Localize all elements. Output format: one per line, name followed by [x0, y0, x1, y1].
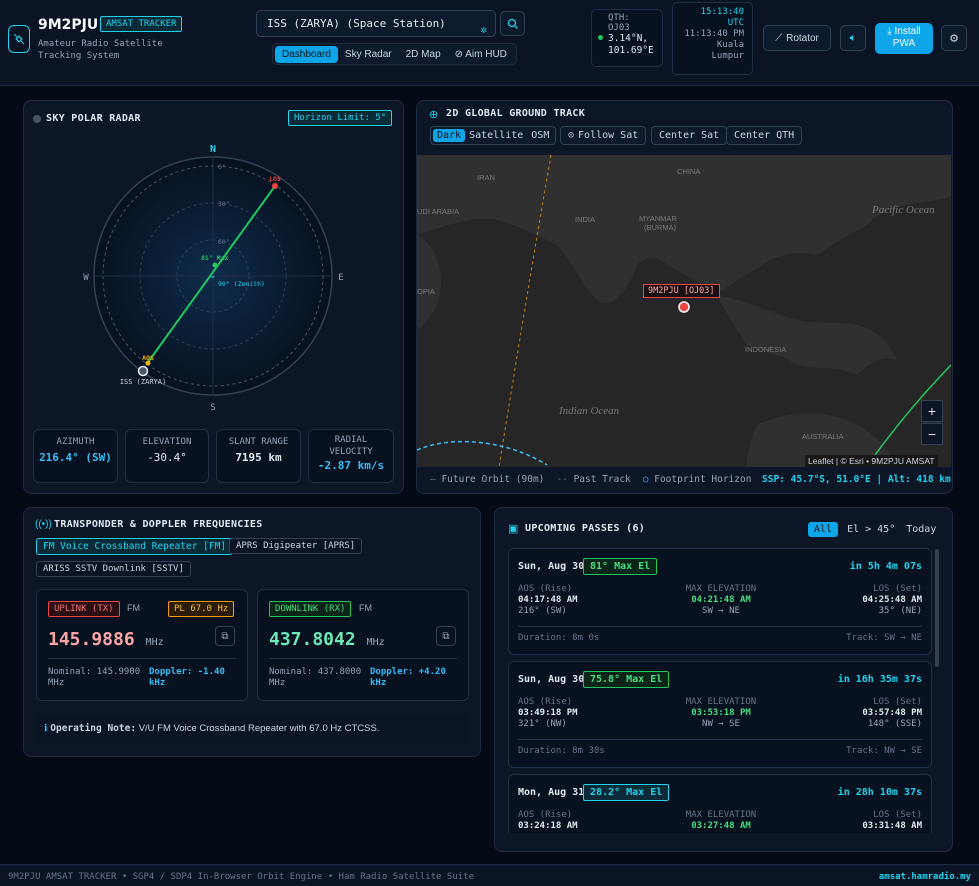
pass-los: LOS (Set) 03:57:48 PM 148° (SSE) [862, 697, 922, 729]
passes-list: Sun, Aug 30 81° Max El in 5h 4m 07s AOS … [0, 0, 979, 833]
pass-footer: Duration: 8m 30s Track: NW → SE [518, 739, 922, 756]
pass-los: LOS (Set) 03:31:48 AM [862, 810, 922, 831]
app-footer: 9M2PJU AMSAT TRACKER • SGP4 / SDP4 In-Br… [0, 864, 979, 886]
pass-card-2[interactable]: Sun, Aug 30 75.8° Max El in 16h 35m 37s … [508, 661, 932, 768]
pass-countdown: in 5h 4m 07s [849, 561, 922, 572]
pass-countdown: in 28h 10m 37s [837, 787, 922, 798]
pass-aos: AOS (Rise) 03:49:18 PM 321° (NW) [518, 697, 578, 729]
pass-aos: AOS (Rise) 03:24:18 AM [518, 810, 578, 831]
footer-text: 9M2PJU AMSAT TRACKER • SGP4 / SDP4 In-Br… [8, 872, 474, 882]
pass-los: LOS (Set) 04:25:48 AM 35° (NE) [862, 584, 922, 616]
pass-date: Mon, Aug 31 [518, 787, 585, 798]
pass-max-el-badge: 81° Max El [583, 558, 658, 575]
pass-max-el-badge: 75.8° Max El [583, 671, 670, 688]
pass-max: MAX ELEVATION 03:53:18 PM NW → SE [685, 697, 757, 729]
pass-max-el-badge: 28.2° Max El [583, 784, 670, 801]
pass-date: Sun, Aug 30 [518, 561, 585, 572]
pass-footer: Duration: 8m 0s Track: SW → NE [518, 626, 922, 643]
pass-max: MAX ELEVATION 04:21:48 AM SW → NE [685, 584, 757, 616]
pass-card-1[interactable]: Sun, Aug 30 81° Max El in 5h 4m 07s AOS … [508, 548, 932, 655]
footer-link[interactable]: amsat.hamradio.my [879, 872, 971, 882]
pass-card-3[interactable]: Mon, Aug 31 28.2° Max El in 28h 10m 37s … [508, 774, 932, 833]
pass-aos: AOS (Rise) 04:17:48 AM 216° (SW) [518, 584, 578, 616]
pass-date: Sun, Aug 30 [518, 674, 585, 685]
pass-max: MAX ELEVATION 03:27:48 AM [685, 810, 757, 831]
pass-countdown: in 16h 35m 37s [837, 674, 922, 685]
